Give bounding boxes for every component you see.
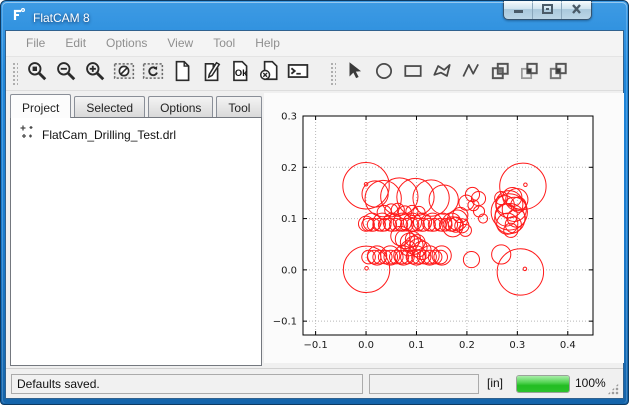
resize-grip[interactable] xyxy=(607,383,619,395)
new-file-icon xyxy=(171,60,193,87)
draw-rectangle-tool-button[interactable] xyxy=(398,60,427,88)
subtract-icon xyxy=(547,60,569,87)
tree-item-label: FlatCam_Drilling_Test.drl xyxy=(42,128,176,142)
subtract-tool-button[interactable] xyxy=(543,60,572,88)
svg-text:0.0: 0.0 xyxy=(358,340,374,351)
project-tree[interactable]: FlatCam_Drilling_Test.drl xyxy=(10,117,262,366)
svg-text:0.4: 0.4 xyxy=(560,340,576,351)
menu-bar: File Edit Options View Tool Help xyxy=(6,31,623,57)
svg-text:Ok: Ok xyxy=(234,68,247,78)
drill-marks-icon xyxy=(19,124,35,145)
svg-text:0.1: 0.1 xyxy=(409,340,425,351)
svg-text:0.3: 0.3 xyxy=(509,340,525,351)
maximize-button[interactable] xyxy=(533,1,562,19)
clear-plot-icon xyxy=(113,60,135,87)
toolbar-drag-handle[interactable] xyxy=(12,62,18,86)
edit-script-button[interactable] xyxy=(196,60,225,88)
replot-button[interactable] xyxy=(138,60,167,88)
draw-circle-tool-button[interactable] xyxy=(369,60,398,88)
menu-tool[interactable]: Tool xyxy=(203,31,245,56)
polygon-icon xyxy=(431,60,453,87)
draw-path-tool-button[interactable] xyxy=(456,60,485,88)
menu-options[interactable]: Options xyxy=(96,31,157,56)
svg-text:0.1: 0.1 xyxy=(281,214,297,225)
window-title: FlatCAM 8 xyxy=(33,11,90,25)
menu-edit[interactable]: Edit xyxy=(55,31,96,56)
new-file-button[interactable] xyxy=(167,60,196,88)
zoom-fit-button[interactable] xyxy=(22,60,51,88)
editor-toolbar-drag-handle[interactable] xyxy=(330,62,336,86)
replot-icon xyxy=(142,60,164,87)
titlebar[interactable]: FlatCAM 8 xyxy=(1,1,628,30)
clear-plot-button[interactable] xyxy=(109,60,138,88)
edit-script-icon xyxy=(200,60,222,87)
zoom-out-icon xyxy=(55,60,77,87)
shell-button[interactable] xyxy=(283,60,312,88)
svg-text:0.2: 0.2 xyxy=(281,163,297,174)
select-arrow-icon xyxy=(344,60,366,87)
svg-text:0.2: 0.2 xyxy=(459,340,475,351)
tab-tool[interactable]: Tool xyxy=(216,96,262,117)
svg-text:−0.1: −0.1 xyxy=(273,317,297,328)
select-tool-button[interactable] xyxy=(340,60,369,88)
status-bar: Defaults saved. [in] 100% xyxy=(6,368,623,398)
union-icon xyxy=(489,60,511,87)
run-ok-button[interactable]: Ok xyxy=(225,60,254,88)
minimize-icon xyxy=(513,1,524,19)
menu-help[interactable]: Help xyxy=(245,31,290,56)
svg-text:0.3: 0.3 xyxy=(281,112,297,123)
client-area: File Edit Options View Tool Help xyxy=(5,30,624,399)
rectangle-icon xyxy=(402,60,424,87)
tab-options[interactable]: Options xyxy=(148,96,213,117)
progress-bar-fill xyxy=(517,376,569,392)
zoom-in-button[interactable] xyxy=(80,60,109,88)
plot-panel[interactable]: −0.1 0.0 0.1 0.2 0.3 0.4 −0.1 0.0 0.1 0.2 0.3 xyxy=(264,93,624,363)
menu-file[interactable]: File xyxy=(16,31,55,56)
maximize-icon xyxy=(542,1,553,19)
union-tool-button[interactable] xyxy=(485,60,514,88)
flatcam-logo-icon xyxy=(11,7,27,28)
flatcam-window: FlatCAM 8 File Edit Optio xyxy=(0,0,629,405)
minimize-button[interactable] xyxy=(504,1,533,19)
toolbar: Ok xyxy=(6,57,623,91)
close-button[interactable] xyxy=(562,1,591,19)
zoom-in-icon xyxy=(84,60,106,87)
run-ok-icon: Ok xyxy=(229,60,251,87)
draw-polygon-tool-button[interactable] xyxy=(427,60,456,88)
progress-percent-label: 100% xyxy=(575,376,606,390)
svg-text:0.0: 0.0 xyxy=(281,265,297,276)
menu-view[interactable]: View xyxy=(157,31,203,56)
close-file-icon xyxy=(258,60,280,87)
tree-item-drill-object[interactable]: FlatCam_Drilling_Test.drl xyxy=(11,118,261,145)
svg-text:−0.1: −0.1 xyxy=(303,340,327,351)
intersection-tool-button[interactable] xyxy=(514,60,543,88)
tab-project[interactable]: Project xyxy=(10,94,71,118)
close-file-button[interactable] xyxy=(254,60,283,88)
tab-selected[interactable]: Selected xyxy=(74,96,145,117)
side-tabs: Project Selected Options Tool xyxy=(10,93,265,117)
shell-icon xyxy=(287,60,309,87)
units-label: [in] xyxy=(487,376,503,390)
zoom-out-button[interactable] xyxy=(51,60,80,88)
path-icon xyxy=(460,60,482,87)
close-icon xyxy=(571,1,582,19)
status-message: Defaults saved. xyxy=(11,374,363,394)
window-controls xyxy=(503,1,592,20)
intersection-icon xyxy=(518,60,540,87)
drill-plot-canvas[interactable]: −0.1 0.0 0.1 0.2 0.3 0.4 −0.1 0.0 0.1 0.2 0.3 xyxy=(264,93,624,363)
progress-bar xyxy=(516,375,570,393)
status-secondary-field xyxy=(369,374,479,394)
zoom-fit-icon xyxy=(26,60,48,87)
circle-icon xyxy=(373,60,395,87)
